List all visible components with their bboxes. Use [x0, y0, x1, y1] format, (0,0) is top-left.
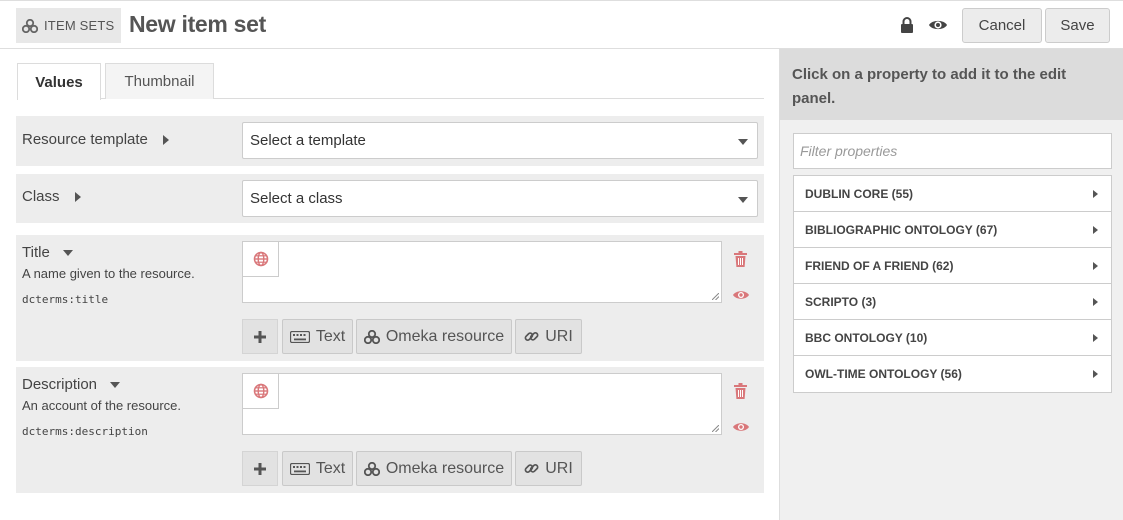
resource-template-row: Resource template Select a template: [16, 116, 764, 166]
eye-icon[interactable]: [928, 16, 948, 34]
item-sets-icon: [22, 18, 38, 33]
add-value-button[interactable]: [242, 451, 278, 486]
link-icon: [524, 463, 539, 473]
resources-icon: [363, 329, 380, 344]
vocabulary-item-bibliographic-ontology[interactable]: BIBLIOGRAPHIC ONTOLOGY (67): [794, 212, 1111, 248]
add-uri-label: URI: [545, 327, 573, 345]
class-row: Class Select a class: [16, 174, 764, 223]
tab-values[interactable]: Values: [17, 63, 101, 100]
language-globe-icon[interactable]: [243, 242, 279, 277]
add-uri-button[interactable]: URI: [515, 319, 582, 354]
class-selected-value: Select a class: [250, 190, 343, 207]
caret-right-icon: [1093, 334, 1098, 342]
resource-template-label[interactable]: Resource template: [22, 131, 169, 148]
language-globe-icon[interactable]: [243, 374, 279, 409]
vocabulary-label: BBC ONTOLOGY (10): [805, 330, 928, 345]
vocabulary-item-owl-time-ontology[interactable]: OWL-TIME ONTOLOGY (56): [794, 356, 1111, 392]
plus-icon: [254, 462, 266, 475]
section-tabs: Values Thumbnail: [17, 63, 764, 100]
add-omeka-resource-button[interactable]: Omeka resource: [356, 319, 512, 354]
vocabulary-label: SCRIPTO (3): [805, 294, 877, 309]
property-label-text: Description: [22, 376, 98, 393]
tab-thumbnail[interactable]: Thumbnail: [105, 63, 214, 99]
property-title-label[interactable]: Title: [22, 244, 73, 261]
property-description-text: An account of the resource.: [22, 398, 181, 413]
chevron-down-icon: [738, 139, 748, 145]
add-text-value-button[interactable]: Text: [282, 319, 353, 354]
add-uri-button[interactable]: URI: [515, 451, 582, 486]
add-uri-label: URI: [545, 459, 573, 477]
caret-right-icon: [74, 191, 81, 202]
filter-properties-input[interactable]: Filter properties: [793, 133, 1112, 169]
page-header: ITEM SETS New item set Cancel Save: [0, 0, 1123, 49]
vocabulary-label: BIBLIOGRAPHIC ONTOLOGY (67): [805, 222, 998, 237]
property-term: dcterms:title: [22, 293, 109, 306]
description-value-textarea[interactable]: [242, 373, 722, 435]
caret-right-icon: [1093, 262, 1098, 270]
save-button[interactable]: Save: [1045, 8, 1110, 43]
add-omeka-resource-label: Omeka resource: [385, 327, 505, 345]
eye-icon[interactable]: [732, 287, 750, 303]
class-label-text: Class: [22, 188, 60, 205]
caret-down-icon: [62, 249, 73, 256]
caret-right-icon: [162, 134, 169, 145]
class-label[interactable]: Class: [22, 188, 81, 205]
add-text-value-button[interactable]: Text: [282, 451, 353, 486]
eye-icon[interactable]: [732, 419, 750, 435]
keyboard-icon: [289, 462, 310, 475]
property-description-label[interactable]: Description: [22, 376, 121, 393]
breadcrumb-label: ITEM SETS: [44, 18, 115, 33]
property-description: Description An account of the resource. …: [16, 367, 764, 493]
caret-right-icon: [1093, 190, 1098, 198]
vocabulary-item-dublin-core[interactable]: DUBLIN CORE (55): [794, 176, 1111, 212]
add-value-button[interactable]: [242, 319, 278, 354]
title-value-textarea[interactable]: [242, 241, 722, 303]
trash-icon[interactable]: [732, 251, 748, 267]
property-description: A name given to the resource.: [22, 266, 195, 281]
vocabulary-item-scripto[interactable]: SCRIPTO (3): [794, 284, 1111, 320]
keyboard-icon: [289, 330, 310, 343]
property-title: Title A name given to the resource. dcte…: [16, 235, 764, 361]
resource-template-selected-value: Select a template: [250, 132, 366, 149]
caret-right-icon: [1093, 298, 1098, 306]
add-text-label: Text: [315, 459, 346, 477]
resize-handle-icon[interactable]: [712, 425, 719, 432]
chevron-down-icon: [738, 197, 748, 203]
page-title: New item set: [129, 11, 267, 37]
caret-right-icon: [1093, 226, 1098, 234]
plus-icon: [254, 330, 266, 343]
link-icon: [524, 331, 539, 341]
cancel-button[interactable]: Cancel: [962, 8, 1042, 43]
vocabulary-list: DUBLIN CORE (55) BIBLIOGRAPHIC ONTOLOGY …: [793, 175, 1112, 393]
resource-template-select[interactable]: Select a template: [242, 122, 758, 159]
sidebar-heading: Click on a property to add it to the edi…: [780, 49, 1123, 120]
vocabulary-label: FRIEND OF A FRIEND (62): [805, 258, 954, 273]
vocabulary-label: DUBLIN CORE (55): [805, 186, 914, 201]
lock-icon[interactable]: [898, 16, 916, 34]
class-select[interactable]: Select a class: [242, 180, 758, 217]
vocabulary-item-bbc-ontology[interactable]: BBC ONTOLOGY (10): [794, 320, 1111, 356]
property-selector-sidebar: Click on a property to add it to the edi…: [779, 49, 1123, 520]
resize-handle-icon[interactable]: [712, 293, 719, 300]
property-term: dcterms:description: [22, 425, 148, 438]
add-text-label: Text: [315, 327, 346, 345]
resources-icon: [363, 461, 380, 476]
caret-right-icon: [1093, 370, 1098, 378]
property-label-text: Title: [22, 244, 50, 261]
caret-down-icon: [110, 381, 121, 388]
breadcrumb-item-sets[interactable]: ITEM SETS: [16, 8, 122, 43]
vocabulary-item-friend-of-a-friend[interactable]: FRIEND OF A FRIEND (62): [794, 248, 1111, 284]
resource-template-label-text: Resource template: [22, 131, 148, 148]
add-omeka-resource-label: Omeka resource: [385, 459, 505, 477]
add-omeka-resource-button[interactable]: Omeka resource: [356, 451, 512, 486]
trash-icon[interactable]: [732, 383, 748, 399]
vocabulary-label: OWL-TIME ONTOLOGY (56): [805, 367, 962, 381]
